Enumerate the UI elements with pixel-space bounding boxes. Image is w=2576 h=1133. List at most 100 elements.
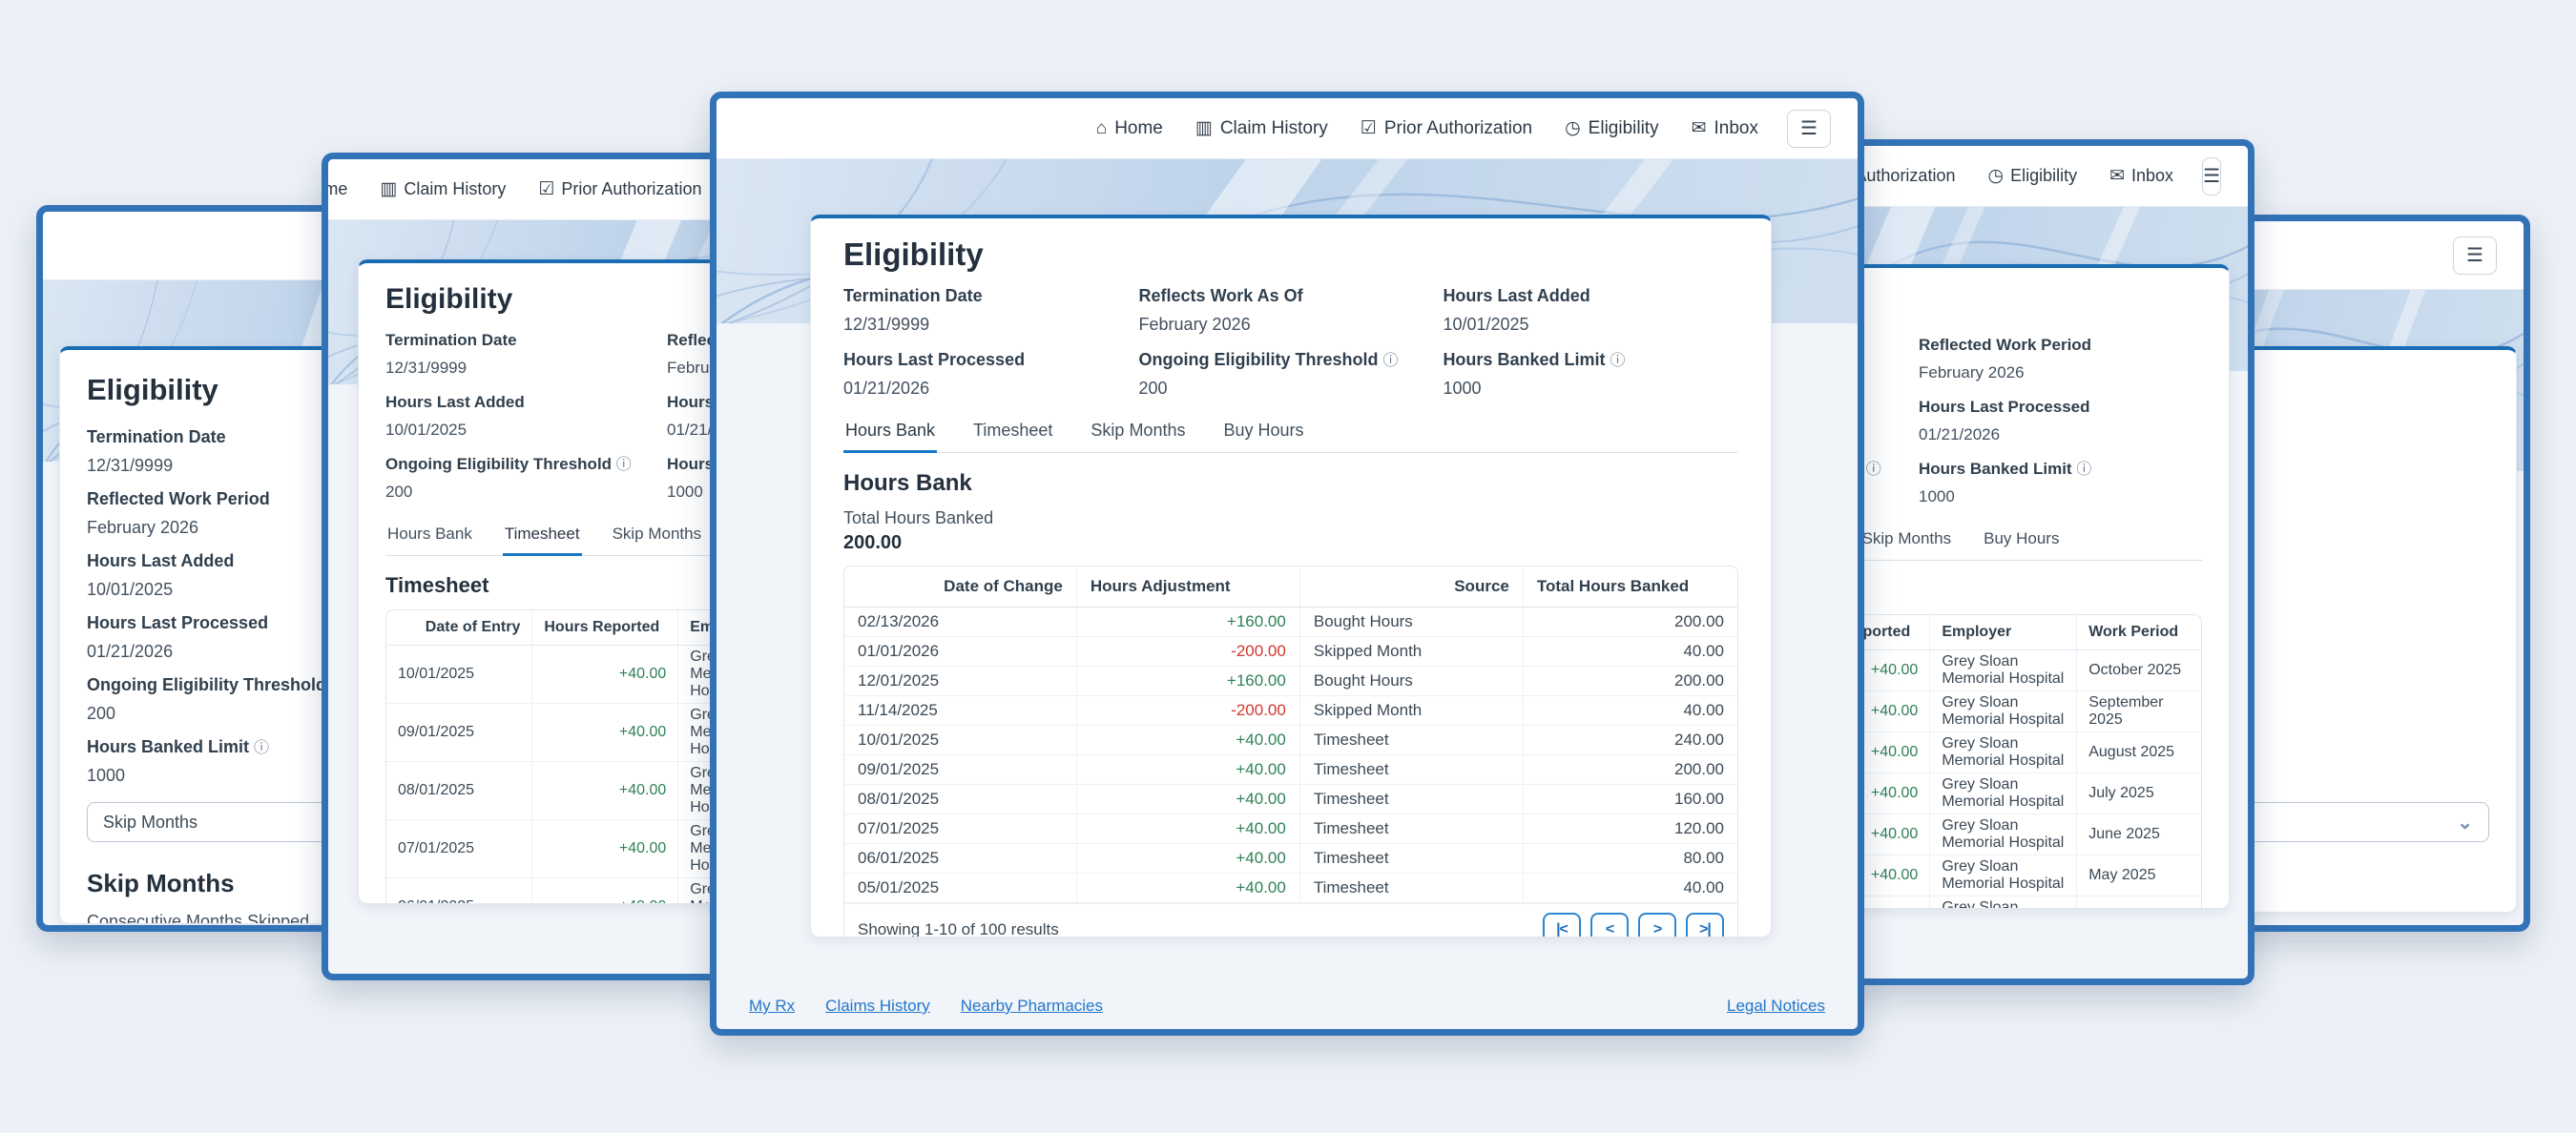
cell-date-of-entry: 08/01/2025 [386, 762, 532, 820]
menu-button[interactable] [2453, 237, 2497, 275]
tab-bar: Hours Bank Timesheet Skip Months Buy Hours [843, 415, 1738, 453]
table-row: 07/01/2025 +40.00 Timesheet 120.00 [844, 814, 1737, 844]
cell-date-of-change: 01/01/2026 [844, 637, 1076, 667]
footer-link[interactable]: Nearby Pharmacies [961, 997, 1103, 1016]
cell-employer: Grey Sloan Memorial Hospital [1930, 814, 2077, 855]
field: Hours Last Added 10/01/2025 [1443, 285, 1738, 336]
cell-total-hours-banked: 200.00 [1523, 608, 1737, 637]
footer-link[interactable]: My Rx [749, 997, 795, 1016]
results-count: Showing 1-10 of 100 results [858, 920, 1059, 937]
cell-source: Timesheet [1299, 785, 1523, 814]
cell-hours-reported: +40.00 [532, 704, 678, 762]
cell-date-of-entry: 09/01/2025 [386, 704, 532, 762]
info-icon[interactable] [2076, 462, 2091, 478]
nav-item[interactable]: Home [322, 179, 347, 200]
nav-item-label: Prior Authorization [1384, 118, 1532, 139]
field: Hours Last Added 10/01/2025 [385, 392, 667, 442]
cell-employer: Grey Sloan Memorial Hospital [1930, 650, 2077, 691]
pagination-button[interactable] [1543, 913, 1581, 937]
info-icon[interactable] [1610, 353, 1625, 369]
nav-item-label: Eligibility [2010, 166, 2077, 186]
cell-work-period: August 2025 [2077, 732, 2201, 773]
tab[interactable]: Skip Months [1860, 524, 1954, 561]
cell-total-hours-banked: 40.00 [1523, 637, 1737, 667]
footer-links-bar: My Rx Claims History Nearby Pharmacies Leg… [749, 997, 1825, 1016]
menu-button[interactable] [1787, 110, 1831, 148]
cell-date-of-change: 12/01/2025 [844, 667, 1076, 696]
field: Termination Date 12/31/9999 [843, 285, 1139, 336]
info-icon[interactable] [1866, 462, 1881, 478]
tab[interactable]: Timesheet [503, 519, 582, 556]
footer-links: My Rx Claims History Nearby Pharmacies [749, 997, 1103, 1016]
info-icon[interactable] [254, 740, 269, 756]
cell-hours-adjustment: -200.00 [1076, 696, 1299, 726]
table-row: 12/01/2025 +160.00 Bought Hours 200.00 [844, 667, 1737, 696]
nav-item[interactable]: Inbox [2109, 165, 2173, 187]
nav-item[interactable]: Prior Authorization [1361, 117, 1532, 139]
nav-icon [538, 178, 554, 200]
tab[interactable]: Timesheet [971, 415, 1054, 453]
cell-source: Skipped Month [1299, 637, 1523, 667]
nav-item-label: Home [322, 179, 347, 199]
nav-item[interactable]: Prior Authorization [538, 178, 701, 200]
cell-work-period: September 2025 [2077, 691, 2201, 732]
field-value: 200 [385, 481, 667, 504]
info-icon[interactable] [1383, 353, 1399, 369]
tab[interactable]: Hours Bank [843, 415, 937, 453]
tab[interactable]: Buy Hours [1221, 415, 1305, 453]
tab[interactable]: Skip Months [1089, 415, 1187, 453]
hours-bank-table-container: Date of ChangeHours AdjustmentSourceTota… [843, 566, 1738, 937]
cell-source: Bought Hours [1299, 608, 1523, 637]
menu-button[interactable] [2202, 157, 2221, 196]
cell-date-of-change: 07/01/2025 [844, 814, 1076, 844]
total-hours-banked-value: 200.00 [843, 532, 1738, 554]
legal-notices-link[interactable]: Legal Notices [1727, 997, 1825, 1016]
field-value: February 2026 [1919, 361, 2202, 384]
nav-icon [1195, 117, 1213, 139]
table-footer: Showing 1-10 of 100 results [844, 903, 1737, 937]
cell-hours-adjustment: +40.00 [1076, 874, 1299, 903]
window-eligibility-hours-bank: Home Claim History Prior Authorization E… [710, 92, 1864, 1036]
nav-item[interactable]: Home [1096, 118, 1163, 139]
eligibility-card: Eligibility Termination Date 12/31/9999 … [810, 215, 1772, 937]
cell-hours-adjustment: +160.00 [1076, 667, 1299, 696]
nav-icon [2109, 165, 2125, 187]
cell-work-period: July 2025 [2077, 773, 2201, 814]
pagination-button[interactable] [1686, 913, 1724, 937]
cell-hours-reported: +40.00 [532, 762, 678, 820]
cell-date-of-change: 11/14/2025 [844, 696, 1076, 726]
info-icon[interactable] [616, 457, 632, 473]
nav-item[interactable]: Claim History [1195, 117, 1328, 139]
cell-date-of-entry: 10/01/2025 [386, 646, 532, 704]
column-header: Employer [1930, 615, 2077, 650]
cell-total-hours-banked: 160.00 [1523, 785, 1737, 814]
pagination-button[interactable] [1638, 913, 1676, 937]
nav-items: Home Claim History Prior Authorization E… [1096, 117, 1758, 139]
tab[interactable]: Skip Months [611, 519, 704, 556]
top-navbar: Home Claim History Prior Authorization E… [717, 98, 1858, 159]
tab-select-value: Skip Months [103, 813, 197, 833]
cell-date-of-change: 02/13/2026 [844, 608, 1076, 637]
cell-employer: Grey Sloan Memorial Hospital [1930, 773, 2077, 814]
nav-item[interactable]: Inbox [1692, 117, 1758, 139]
cell-date-of-change: 10/01/2025 [844, 726, 1076, 755]
field-label: Hours Last Processed [1919, 397, 2202, 419]
pagination-icon [1699, 921, 1711, 937]
table-row: 01/01/2026 -200.00 Skipped Month 40.00 [844, 637, 1737, 667]
pagination-button[interactable] [1590, 913, 1629, 937]
nav-item[interactable]: Eligibility [1987, 165, 2077, 187]
nav-item-label: Prior Authorization [561, 179, 701, 199]
pagination-icon [1653, 921, 1661, 937]
column-header: Hours Reported [532, 610, 678, 646]
column-header: Date of Entry [386, 610, 532, 646]
field-label: Hours Last Added [385, 392, 667, 414]
tab[interactable]: Hours Bank [385, 519, 474, 556]
nav-item[interactable]: Eligibility [1565, 117, 1659, 139]
footer-link[interactable]: Claims History [825, 997, 930, 1016]
hours-bank-table: Date of ChangeHours AdjustmentSourceTota… [844, 566, 1737, 903]
field-label: Reflected Work Period [1919, 335, 2202, 357]
tab[interactable]: Buy Hours [1982, 524, 2061, 561]
nav-item[interactable]: Claim History [380, 178, 506, 200]
nav-item-label: Eligibility [1589, 118, 1659, 139]
cell-date-of-change: 06/01/2025 [844, 844, 1076, 874]
